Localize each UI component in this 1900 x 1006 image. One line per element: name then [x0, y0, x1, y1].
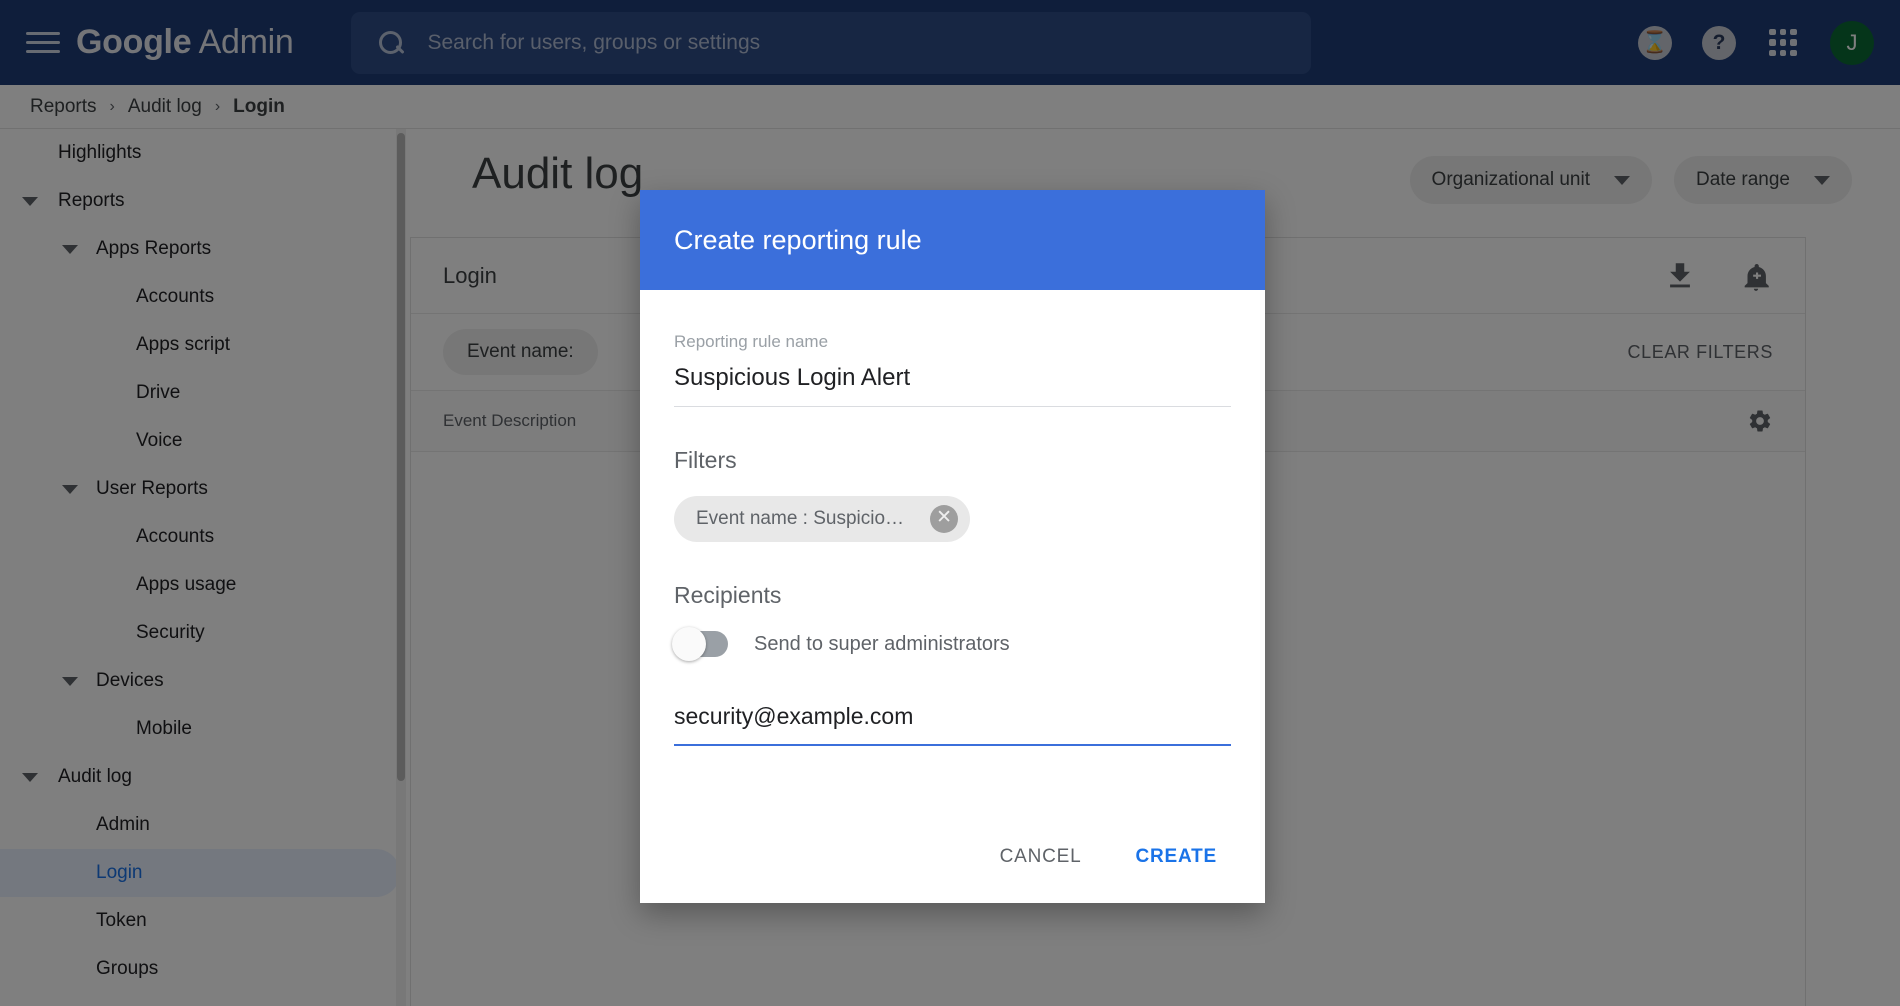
create-button[interactable]: CREATE	[1117, 834, 1235, 880]
admin-console-page: Google Admin Search for users, groups or…	[0, 0, 1900, 1006]
rule-name-label: Reporting rule name	[674, 332, 829, 351]
recipient-email-input[interactable]: security@example.com	[674, 703, 1231, 746]
super-admin-toggle-row: Send to super administrators	[672, 627, 1231, 661]
filters-section-label: Filters	[674, 447, 737, 473]
rule-name-input[interactable]: Suspicious Login Alert	[674, 364, 1231, 407]
recipients-section-label: Recipients	[674, 582, 782, 608]
send-to-super-administrators-toggle[interactable]	[672, 627, 728, 661]
close-circle-icon[interactable]: ✕	[930, 505, 959, 533]
dialog-header: Create reporting rule	[640, 190, 1265, 290]
cancel-button[interactable]: CANCEL	[982, 834, 1100, 880]
dialog-footer: CANCEL CREATE	[640, 811, 1265, 903]
dialog-title: Create reporting rule	[674, 224, 922, 255]
create-reporting-rule-dialog: Create reporting rule Reporting rule nam…	[640, 190, 1265, 903]
toggle-label: Send to super administrators	[754, 632, 1010, 655]
dialog-body: Reporting rule name Suspicious Login Ale…	[640, 290, 1265, 811]
toggle-knob	[672, 627, 706, 661]
dialog-filter-chip-label: Event name : Suspicio…	[696, 508, 905, 529]
dialog-filter-chip[interactable]: Event name : Suspicio… ✕	[674, 496, 971, 542]
